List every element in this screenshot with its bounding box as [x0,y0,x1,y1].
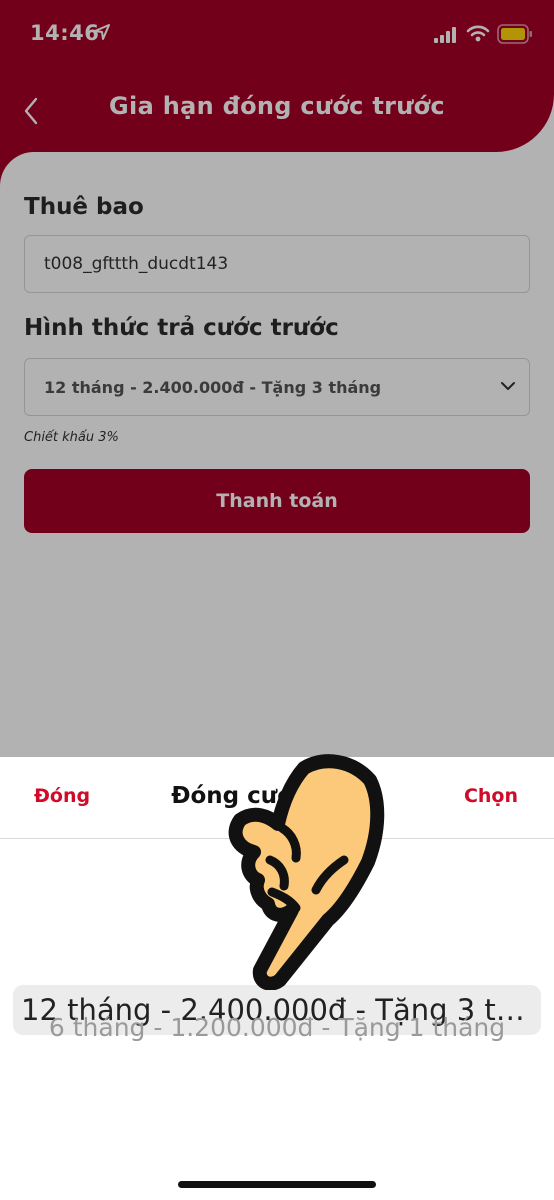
picker-option[interactable]: 6 tháng - 1.200.000đ - Tặng 1 tháng [0,1013,554,1042]
home-indicator [178,1181,376,1188]
choose-button[interactable]: Chọn [464,785,518,807]
pointing-hand-icon [228,754,385,990]
dim-overlay[interactable] [0,0,554,757]
picker-option-label: 6 tháng - 1.200.000đ - Tặng 1 tháng [48,1013,506,1042]
